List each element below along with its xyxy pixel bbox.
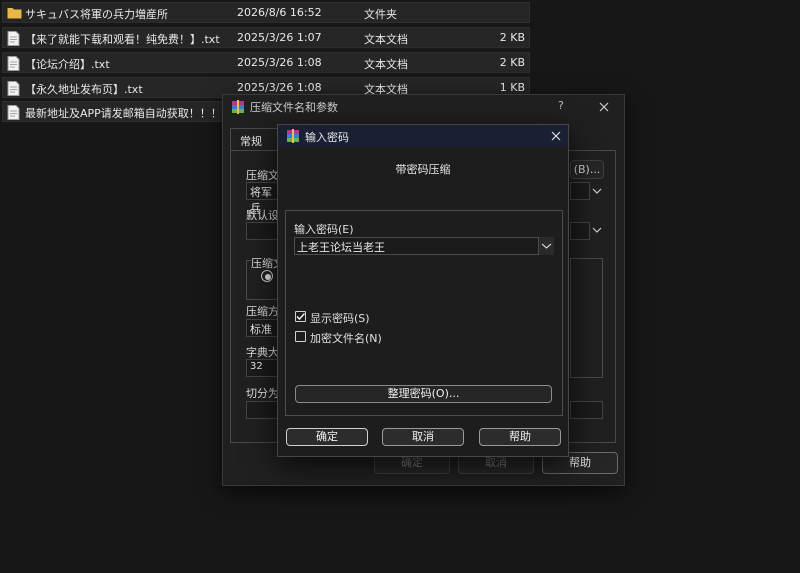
winrar-icon [232, 100, 244, 114]
encrypt-filenames-label[interactable]: 加密文件名(N) [310, 330, 382, 346]
text-file-icon [7, 105, 20, 123]
folder-icon [7, 6, 22, 22]
file-name: 最新地址及APP请发邮箱自动获取！！！.... [25, 107, 236, 120]
archive-name-combo[interactable] [570, 182, 590, 200]
file-name: 【来了就能下载和观看！纯免费！】.txt [25, 33, 220, 46]
format-radio[interactable] [261, 270, 273, 282]
file-type: 文本文档 [364, 33, 408, 46]
file-type: 文本文档 [364, 58, 408, 71]
encrypt-filenames-checkbox[interactable] [295, 331, 306, 342]
method-field[interactable]: 标准 [246, 319, 280, 337]
file-name: サキュバス将軍の兵力増産所 [25, 8, 168, 21]
file-date: 2025/3/26 1:08 [237, 81, 322, 94]
file-type: 文件夹 [364, 8, 397, 21]
browse-button[interactable]: (B)... [570, 160, 604, 179]
file-date: 2025/3/26 1:08 [237, 56, 322, 69]
password-dialog-title: 输入密码 [305, 131, 349, 144]
file-row[interactable]: 【来了就能下载和观看！纯免费！】.txt 2025/3/26 1:07 文本文档 2 … [2, 27, 530, 48]
file-size: 2 KB [499, 56, 525, 69]
split-field[interactable] [246, 401, 280, 419]
password-help-button[interactable]: 帮助 [479, 428, 561, 446]
text-file-icon [7, 31, 20, 49]
help-question-button[interactable]: ? [558, 99, 564, 112]
password-ok-button[interactable]: 确定 [286, 428, 368, 446]
split-unit-field[interactable] [570, 401, 603, 419]
chevron-down-icon[interactable] [592, 187, 602, 195]
file-size: 1 KB [499, 81, 525, 94]
file-row[interactable]: 【论坛介绍】.txt 2025/3/26 1:08 文本文档 2 KB [2, 52, 530, 73]
text-file-icon [7, 81, 20, 99]
method-label: 压缩方 [246, 305, 279, 318]
password-input[interactable]: 上老王论坛当老王 [294, 237, 539, 255]
file-name: 【永久地址发布页】.txt [25, 83, 143, 96]
password-history-dropdown[interactable] [539, 237, 554, 255]
organize-passwords-button[interactable]: 整理密码(O)... [295, 385, 552, 403]
default-profile-label: 默认设 [246, 209, 279, 222]
winrar-icon [287, 129, 299, 143]
close-icon[interactable] [551, 131, 561, 141]
split-label: 切分为 [246, 387, 279, 400]
password-cancel-button[interactable]: 取消 [382, 428, 464, 446]
file-name: 【论坛介绍】.txt [25, 58, 110, 71]
dictionary-field[interactable]: 32 [246, 359, 280, 377]
file-date: 2026/8/6 16:52 [237, 6, 322, 19]
password-heading: 带密码压缩 [395, 163, 451, 176]
chevron-down-icon[interactable] [592, 226, 602, 234]
tab-general-label: 常规 [240, 135, 262, 148]
archive-dialog-title: 压缩文件名和参数 [250, 101, 338, 114]
tab-general[interactable]: 常规 [230, 128, 278, 150]
chevron-down-icon [541, 243, 552, 249]
options-group [570, 258, 603, 378]
profile-combo[interactable] [570, 222, 590, 240]
archive-name-label: 压缩文 [246, 169, 279, 182]
archive-name-field[interactable]: 将军兵 [246, 182, 280, 215]
check-icon [296, 312, 306, 321]
enter-password-label: 输入密码(E) [294, 223, 354, 236]
file-size: 2 KB [499, 31, 525, 44]
dictionary-label: 字典大 [246, 346, 279, 359]
file-row[interactable]: サキュバス将軍の兵力増産所 2026/8/6 16:52 文件夹 [2, 2, 530, 23]
show-password-checkbox[interactable] [295, 311, 306, 322]
close-icon[interactable] [599, 102, 609, 112]
text-file-icon [7, 56, 20, 74]
default-profile-field[interactable] [246, 222, 280, 240]
show-password-label[interactable]: 显示密码(S) [310, 310, 370, 326]
file-date: 2025/3/26 1:07 [237, 31, 322, 44]
